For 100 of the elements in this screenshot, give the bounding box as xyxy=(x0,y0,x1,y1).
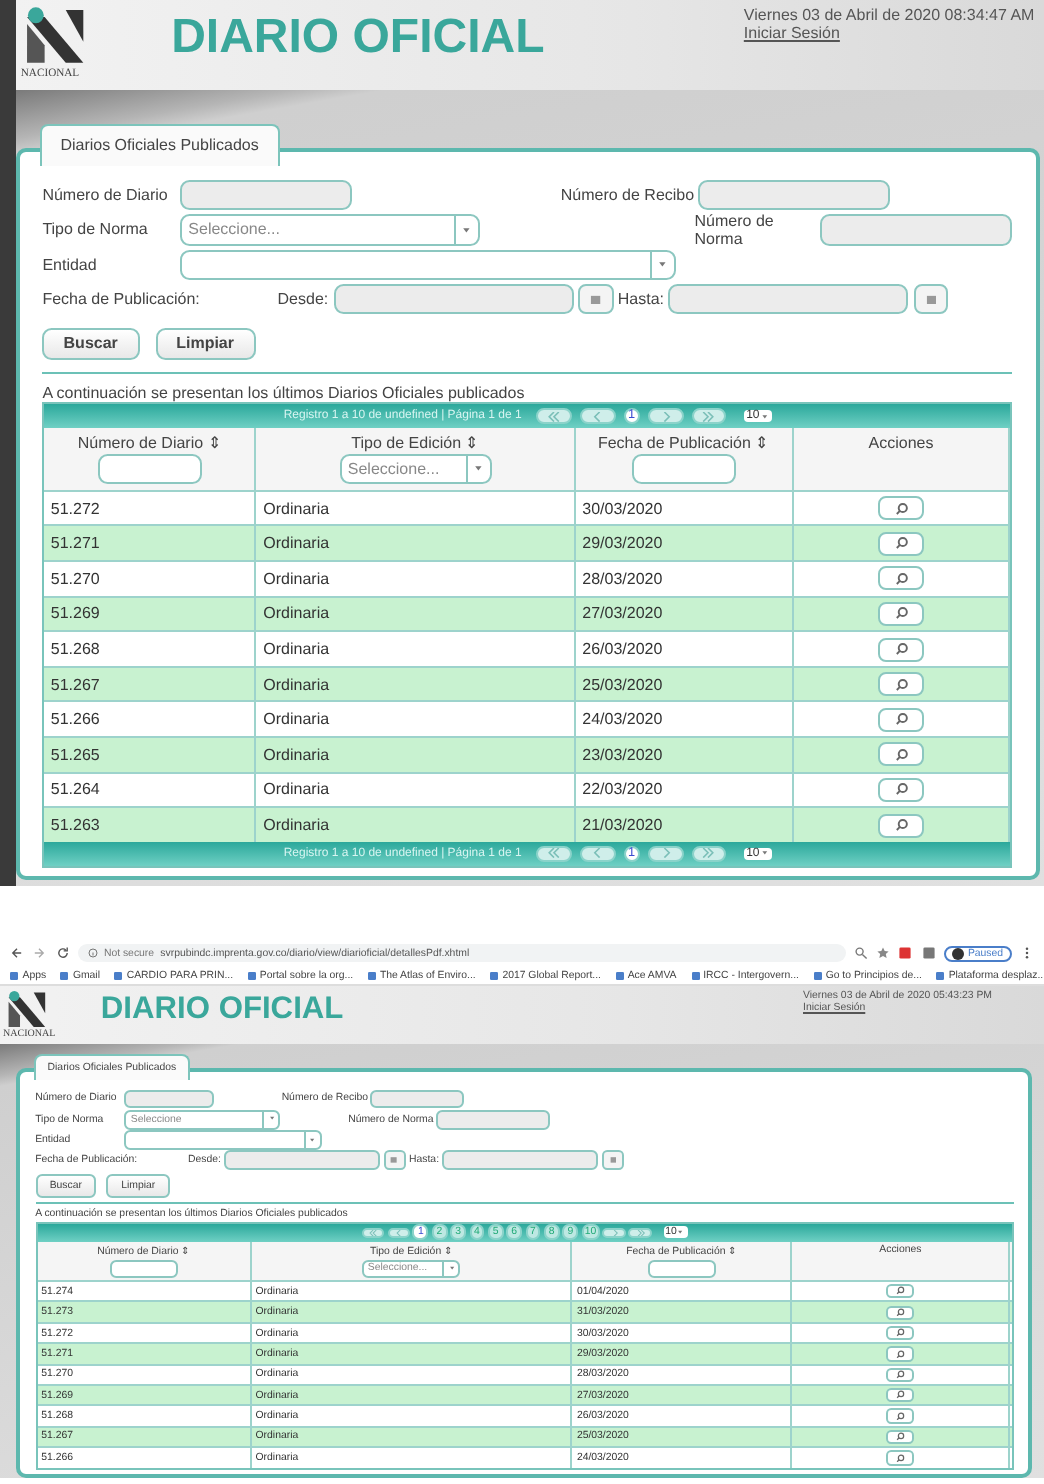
select-field[interactable] xyxy=(179,249,676,280)
search-icon xyxy=(891,501,911,516)
filter-select[interactable]: Seleccione... xyxy=(339,454,492,484)
input-field[interactable] xyxy=(435,1109,550,1129)
forward-icon[interactable] xyxy=(32,946,47,960)
panel-tab[interactable]: Diarios Oficiales Publicados xyxy=(39,124,280,166)
last-page-button[interactable] xyxy=(691,408,727,425)
calendar-button[interactable] xyxy=(601,1149,625,1170)
field-label: Número de Norma xyxy=(694,211,776,248)
table-caption: A continuación se presentan los últimos Diarios Oficiales publicados xyxy=(42,383,527,402)
view-button[interactable] xyxy=(885,1429,915,1445)
caret-icon xyxy=(676,1228,686,1237)
search-icon xyxy=(891,712,911,727)
select-field[interactable] xyxy=(124,1129,323,1150)
date-field[interactable] xyxy=(333,283,574,314)
calendar-button[interactable] xyxy=(913,283,949,314)
bookmark-icon xyxy=(367,971,376,979)
input-field[interactable] xyxy=(697,180,890,211)
chevron-right-icon xyxy=(609,1229,620,1236)
field-label: Tipo de Norma xyxy=(42,220,150,239)
date-field[interactable] xyxy=(223,1149,380,1170)
previous-page-button[interactable] xyxy=(580,845,616,862)
search-icon[interactable] xyxy=(854,946,869,960)
next-page-button[interactable] xyxy=(647,845,684,862)
view-button[interactable] xyxy=(878,742,924,767)
search-icon xyxy=(894,1453,907,1463)
view-button[interactable] xyxy=(878,813,924,838)
view-button[interactable] xyxy=(885,1346,915,1362)
column-title[interactable]: Número de Diario ⇕ xyxy=(77,433,222,452)
double-chevron-left-icon xyxy=(546,848,563,859)
date-field[interactable] xyxy=(442,1149,599,1170)
bookmark-icon xyxy=(615,971,624,979)
previous-page-button[interactable] xyxy=(387,1227,410,1238)
view-button[interactable] xyxy=(878,637,924,662)
avatar-icon xyxy=(951,947,964,959)
next-page-button[interactable] xyxy=(602,1227,626,1238)
view-button[interactable] xyxy=(878,672,924,697)
view-button[interactable] xyxy=(878,777,924,802)
view-button[interactable] xyxy=(878,707,924,732)
view-button[interactable] xyxy=(885,1450,915,1465)
filter-field[interactable] xyxy=(647,1259,716,1279)
caret-icon xyxy=(267,1114,276,1124)
search-icon xyxy=(891,536,911,551)
search-icon xyxy=(891,747,911,762)
chevron-left-icon xyxy=(589,848,606,859)
column-title[interactable]: Tipo de Edición ⇕ xyxy=(351,433,480,452)
bookmark-icon xyxy=(10,971,19,979)
search-icon xyxy=(891,817,911,833)
input-field[interactable] xyxy=(370,1089,464,1109)
select-field[interactable]: Seleccione... xyxy=(179,214,481,246)
last-page-button[interactable] xyxy=(628,1227,652,1238)
input-field[interactable] xyxy=(124,1089,215,1109)
calendar-icon xyxy=(589,293,601,305)
form-button[interactable]: Buscar xyxy=(42,327,139,361)
view-button[interactable] xyxy=(885,1305,915,1320)
view-button[interactable] xyxy=(878,496,924,521)
caret-icon xyxy=(447,1264,456,1273)
filter-field[interactable] xyxy=(97,454,202,484)
view-button[interactable] xyxy=(885,1367,915,1382)
first-page-button[interactable] xyxy=(361,1227,384,1238)
view-button[interactable] xyxy=(878,566,924,591)
field-label: Número de Recibo xyxy=(560,186,695,205)
input-field[interactable] xyxy=(820,214,1013,246)
previous-page-button[interactable] xyxy=(580,408,616,425)
calendar-button[interactable] xyxy=(577,283,613,314)
bookmark-icon xyxy=(936,971,945,979)
filter-field[interactable] xyxy=(631,454,736,484)
view-button[interactable] xyxy=(885,1388,915,1403)
login-link[interactable]: Iniciar Sesión xyxy=(743,24,840,43)
back-icon[interactable] xyxy=(10,946,25,960)
caret-icon xyxy=(308,1135,318,1144)
search-icon xyxy=(891,571,911,586)
double-chevron-right-icon xyxy=(700,848,717,859)
bookmark-icon xyxy=(691,971,700,979)
view-button[interactable] xyxy=(885,1325,915,1341)
field-label: Entidad xyxy=(42,255,99,274)
next-page-button[interactable] xyxy=(647,408,684,425)
calendar-button[interactable] xyxy=(383,1149,406,1170)
date-field[interactable] xyxy=(668,283,909,314)
first-page-button[interactable] xyxy=(536,408,573,425)
view-button[interactable] xyxy=(878,601,924,626)
view-button[interactable] xyxy=(878,531,924,556)
caret-icon xyxy=(759,848,770,859)
first-page-button[interactable] xyxy=(536,845,573,862)
filter-field[interactable] xyxy=(109,1259,178,1279)
calendar-icon xyxy=(390,1156,399,1164)
site-title: DIARIO OFICIAL xyxy=(171,9,545,66)
chevron-left-icon xyxy=(393,1229,404,1236)
column-title[interactable]: Acciones xyxy=(868,433,934,452)
reload-icon[interactable] xyxy=(55,946,69,960)
input-field[interactable] xyxy=(179,180,353,211)
column-title[interactable]: Fecha de Publicación ⇕ xyxy=(597,433,770,452)
form-button[interactable]: Limpiar xyxy=(155,327,256,361)
search-icon xyxy=(891,782,911,798)
calendar-icon xyxy=(925,293,937,305)
site-title: DIARIO OFICIAL xyxy=(100,992,344,1029)
star-icon[interactable] xyxy=(876,946,891,960)
view-button[interactable] xyxy=(885,1408,915,1424)
view-button[interactable] xyxy=(885,1284,915,1299)
last-page-button[interactable] xyxy=(691,845,727,862)
